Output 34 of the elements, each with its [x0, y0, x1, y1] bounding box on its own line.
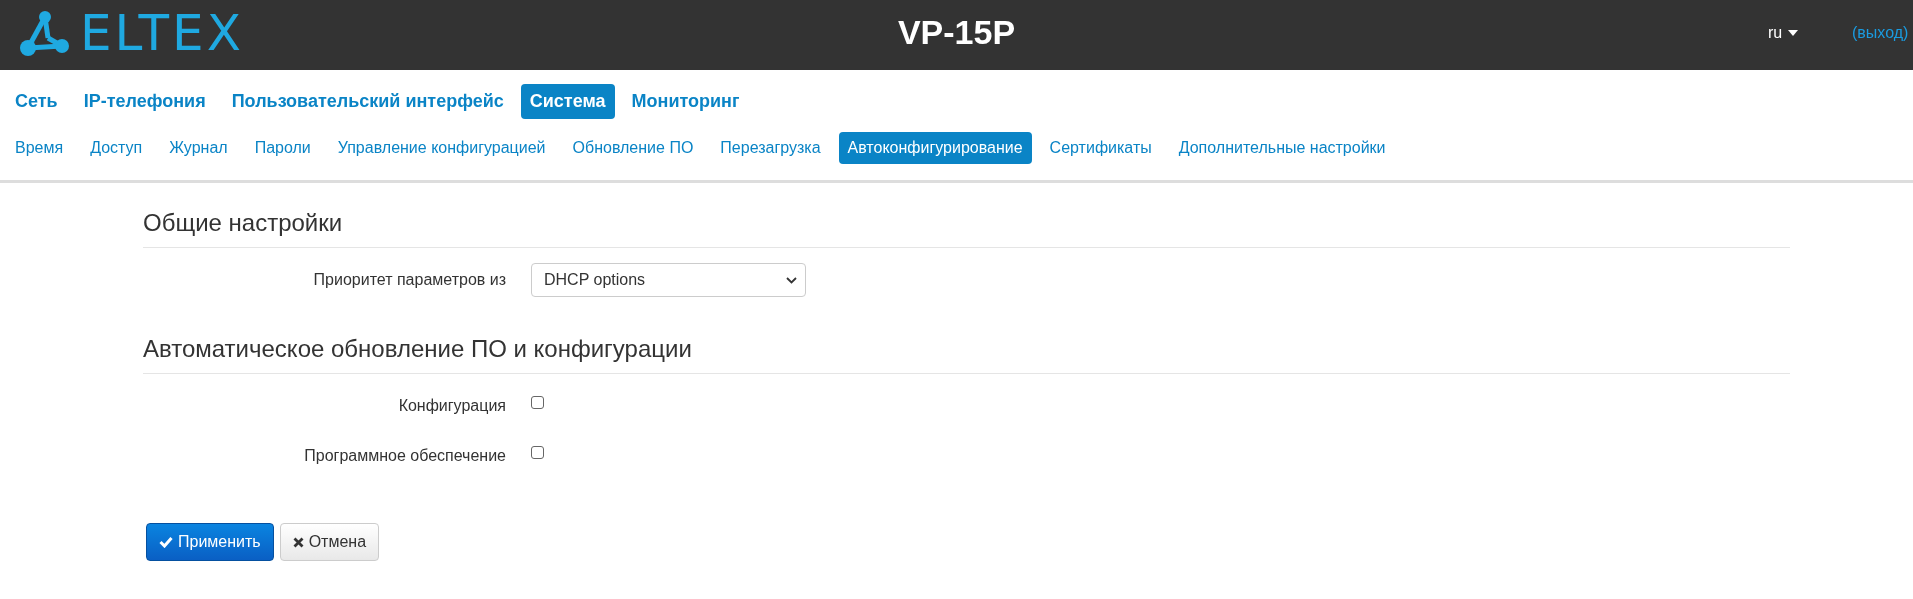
logout-link[interactable]: (выход)	[1852, 24, 1909, 42]
section-heading: Автоматическое обновление ПО и конфигурации	[143, 305, 1790, 374]
nav-tab[interactable]: Мониторинг	[622, 83, 749, 119]
nav-tab[interactable]: Доступ	[81, 132, 152, 164]
chevron-icon	[786, 276, 797, 284]
nav-tab[interactable]: Сертификаты	[1040, 132, 1161, 164]
checkbox[interactable]	[531, 395, 544, 409]
select-field[interactable]: DHCP options	[531, 263, 806, 297]
field-label: Конфигурация	[397, 397, 507, 415]
check-icon	[159, 536, 173, 548]
nav-tab[interactable]: IP-телефония	[74, 83, 215, 119]
apply-button[interactable]: Применить	[146, 523, 274, 561]
language-dropdown[interactable]: ru	[1768, 24, 1799, 42]
nav-tab[interactable]: Журнал	[160, 132, 237, 164]
nav-tab[interactable]: Обновление ПО	[563, 132, 703, 164]
nav-tab[interactable]: Пользовательский интерфейс	[222, 83, 513, 119]
nav-tab[interactable]: Управление конфигурацией	[328, 132, 555, 164]
logo-text: ELTEX	[80, 8, 244, 58]
nav-tab[interactable]: Дополнительные настройки	[1169, 132, 1395, 164]
nav-tab[interactable]: Время	[6, 132, 73, 164]
cancel-button[interactable]: Отмена	[279, 523, 380, 561]
nav-tab[interactable]: Система	[520, 83, 615, 119]
field-label: Приоритет параметров из	[312, 271, 507, 289]
nav-tab[interactable]: Перезагрузка	[711, 132, 830, 164]
close-icon	[292, 536, 304, 548]
caret-icon	[1788, 30, 1799, 36]
nav-tab[interactable]: Сеть	[6, 83, 67, 119]
logo-icon	[18, 8, 72, 58]
checkbox[interactable]	[531, 445, 544, 459]
device-title: VP-15P	[897, 13, 1016, 52]
nav-tab[interactable]: Автоконфигурирование	[838, 132, 1032, 164]
field-label: Программное обеспечение	[303, 447, 507, 465]
section-heading: Общие настройки	[143, 183, 1790, 248]
nav-tab[interactable]: Пароли	[245, 132, 320, 164]
